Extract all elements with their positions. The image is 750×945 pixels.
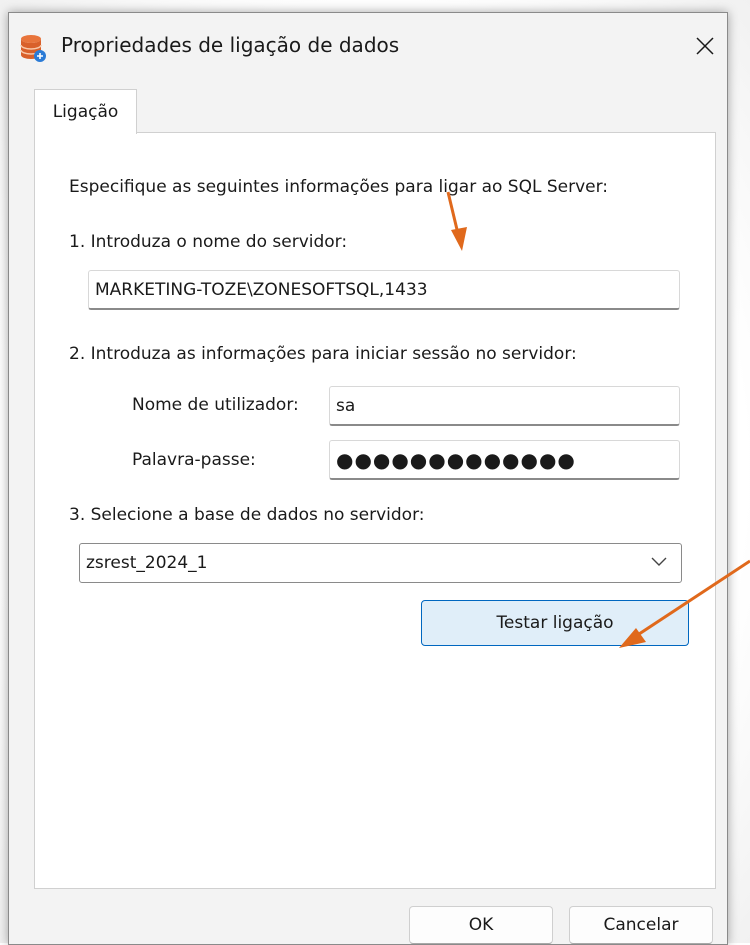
database-value: zsrest_2024_1 (86, 553, 208, 573)
cancel-button[interactable]: Cancelar (569, 906, 713, 944)
password-input[interactable]: ●●●●●●●●●●●●● (329, 440, 680, 480)
password-value: ●●●●●●●●●●●●● (336, 447, 576, 472)
username-label: Nome de utilizador: (132, 395, 299, 415)
server-name-input[interactable]: MARKETING-TOZE\ZONESOFTSQL,1433 (88, 270, 680, 310)
ok-label: OK (468, 915, 494, 935)
test-connection-button[interactable]: Testar ligação (421, 600, 689, 646)
window-title: Propriedades de ligação de dados (61, 33, 400, 57)
username-value: sa (336, 395, 356, 416)
chevron-down-icon (651, 557, 667, 566)
server-name-value: MARKETING-TOZE\ZONESOFTSQL,1433 (95, 279, 428, 300)
step1-label: 1. Introduza o nome do servidor: (69, 232, 348, 252)
step2-label: 2. Introduza as informações para iniciar… (69, 344, 577, 364)
close-icon (696, 37, 714, 55)
tab-ligacao[interactable]: Ligação (34, 89, 137, 134)
dialog-window: Propriedades de ligação de dados Ligação… (8, 12, 728, 945)
tab-panel: Especifique as seguintes informações par… (34, 132, 716, 889)
password-label: Palavra-passe: (132, 450, 256, 470)
test-connection-label: Testar ligação (496, 613, 614, 633)
cancel-label: Cancelar (603, 915, 679, 935)
intro-text: Especifique as seguintes informações par… (69, 177, 609, 197)
tab-label: Ligação (52, 102, 119, 122)
username-input[interactable]: sa (329, 386, 680, 426)
close-button[interactable] (683, 23, 727, 69)
step3-label: 3. Selecione a base de dados no servidor… (69, 505, 425, 525)
database-select[interactable]: zsrest_2024_1 (79, 543, 682, 583)
ok-button[interactable]: OK (409, 906, 553, 944)
database-icon (20, 35, 46, 62)
title-bar: Propriedades de ligação de dados (9, 13, 727, 83)
